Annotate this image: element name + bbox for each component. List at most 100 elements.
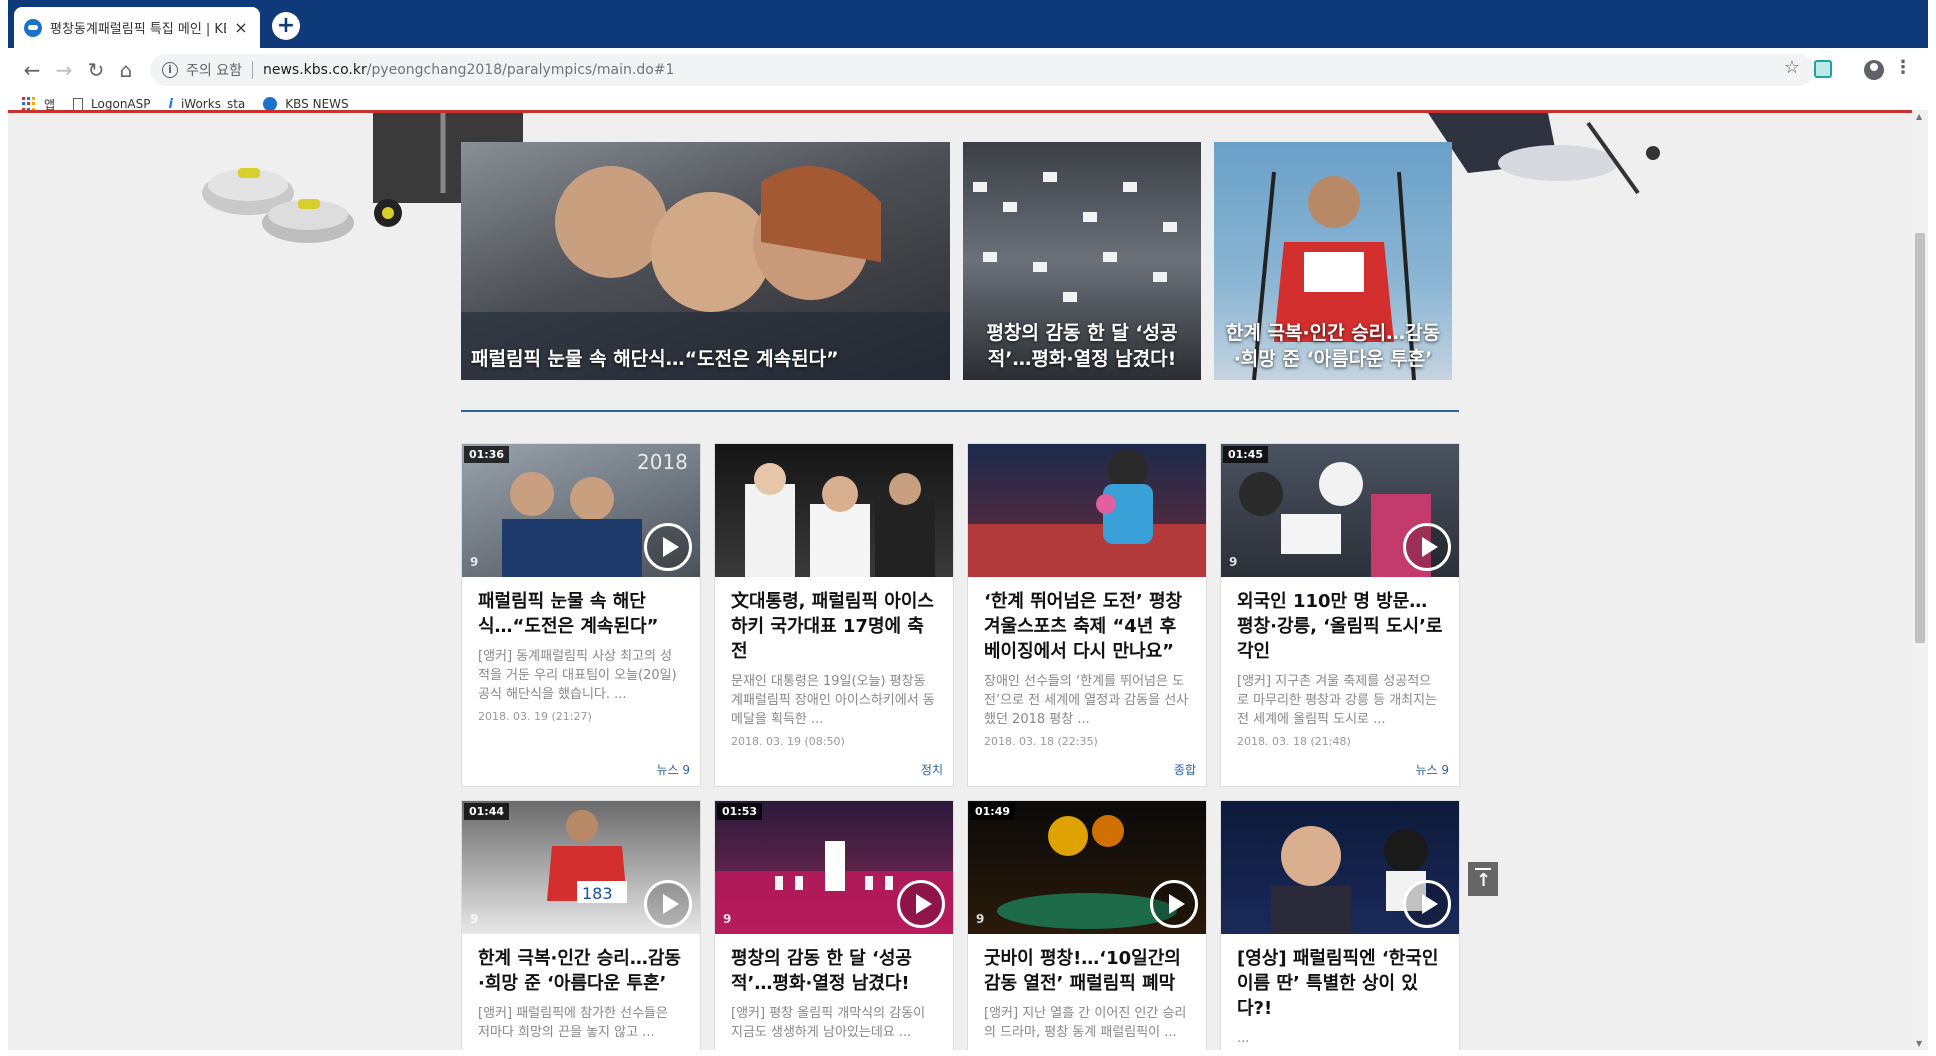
card-title[interactable]: 패럴림픽 눈물 속 해단식…“도전은 계속된다” (462, 577, 700, 639)
browser-toolbar: ← → ↻ ⌂ i 주의 요함 news.kbs.co.kr/pyeongcha… (8, 48, 1928, 92)
play-icon[interactable] (644, 523, 692, 571)
featured-story-ceremony[interactable]: 평창의 감동 한 달 ‘성공적’…평화·열정 남겼다! (963, 142, 1201, 380)
card-category[interactable]: 뉴스 9 (656, 761, 690, 778)
card-title[interactable]: 평창의 감동 한 달 ‘성공적’…평화·열정 남겼다! (715, 934, 953, 996)
url-path: /pyeongchang2018/paralympics/main.do#1 (366, 62, 675, 78)
video-thumbnail[interactable]: 183 01:44 9 (462, 801, 700, 934)
bookmark-kbs-news[interactable]: KBS NEWS (263, 97, 349, 111)
close-icon[interactable]: × (232, 18, 250, 37)
section-divider (461, 410, 1459, 412)
card-date: 2018. 03. 18 (21:48) (1237, 735, 1351, 748)
news-card[interactable]: 01:53 9 평창의 감동 한 달 ‘성공적’…평화·열정 남겼다! [앵커]… (714, 800, 954, 1050)
address-bar[interactable]: i 주의 요함 news.kbs.co.kr/pyeongchang2018/p… (150, 54, 1814, 86)
info-icon[interactable]: i (162, 62, 178, 78)
card-title[interactable]: ‘한계 뛰어넘은 도전’ 평창 겨울스포츠 축제 “4년 후 베이징에서 다시 … (968, 577, 1206, 664)
card-date: 2018. 03. 18 (22:35) (984, 735, 1098, 748)
card-date: 2018. 03. 19 (21:27) (478, 710, 592, 723)
page-icon (73, 97, 84, 111)
featured-caption: 패럴림픽 눈물 속 해단식…“도전은 계속된다” (471, 348, 839, 370)
kbs9-logo: 9 (470, 555, 479, 569)
video-thumbnail[interactable]: 01:45 9 (1221, 444, 1459, 577)
scroll-up-icon[interactable]: ▲ (1916, 112, 1922, 121)
video-thumbnail[interactable]: 2018 01:36 9 (462, 444, 700, 577)
back-arrow-icon[interactable]: ← (20, 58, 44, 82)
card-title[interactable]: [영상] 패럴림픽엔 ‘한국인 이름 딴’ 특별한 상이 있다?! (1221, 934, 1459, 1021)
play-icon[interactable] (1403, 880, 1451, 928)
video-duration: 01:36 (464, 446, 510, 463)
featured-caption: 한계 극복·인간 승리…감동·희망 준 ‘아름다운 투혼’ (1225, 322, 1441, 370)
menu-icon[interactable]: ⋮ (1894, 57, 1912, 78)
card-category[interactable]: 종합 (1174, 761, 1196, 778)
news-card[interactable]: 183 01:44 9 한계 극복·인간 승리…감동·희망 준 ‘아름다운 투혼… (461, 800, 701, 1050)
scrollbar-thumb[interactable] (1915, 233, 1925, 643)
kbs9-logo: 9 (470, 912, 479, 926)
video-duration: 01:44 (464, 803, 510, 820)
home-icon[interactable]: ⌂ (114, 58, 138, 82)
kbs-favicon-icon (24, 18, 42, 37)
card-date: 2018. 03. 19 (08:50) (731, 735, 845, 748)
video-duration: 01:53 (717, 803, 763, 820)
news-card[interactable]: ‘한계 뛰어넘은 도전’ 평창 겨울스포츠 축제 “4년 후 베이징에서 다시 … (967, 443, 1207, 787)
card-category[interactable]: 정치 (921, 761, 943, 778)
card-category[interactable]: 뉴스 9 (1415, 761, 1449, 778)
sledge-hockey-illustration (1428, 113, 1660, 195)
divider (251, 61, 253, 79)
forward-arrow-icon[interactable]: → (52, 58, 76, 82)
apps-grid-icon (22, 97, 36, 111)
card-title[interactable]: 외국인 110만 명 방문…평창·강릉, ‘올림픽 도시’로 각인 (1221, 577, 1459, 664)
page-viewport: 패럴림픽 눈물 속 해단식…“도전은 계속된다” 평창의 감동 한 달 ‘성공적… (8, 110, 1928, 1050)
security-warning: 주의 요함 (186, 63, 242, 79)
news-card[interactable]: 01:49 9 굿바이 평창!…‘10일간의 감동 열전’ 패럴림픽 폐막 [앵… (967, 800, 1207, 1050)
news-thumbnail[interactable] (968, 444, 1206, 577)
play-icon[interactable] (897, 880, 945, 928)
bookmark-label: KBS NEWS (285, 97, 349, 111)
bookmark-logonasp[interactable]: LogonASP (73, 97, 151, 111)
news-card[interactable]: [영상] 패럴림픽엔 ‘한국인 이름 딴’ 특별한 상이 있다?! ... (1220, 800, 1460, 1050)
kbs9-logo: 9 (976, 912, 985, 926)
thumbnail-photo (968, 449, 1206, 577)
scroll-down-icon[interactable]: ▼ (1916, 1039, 1922, 1048)
svg-text:2018: 2018 (637, 450, 688, 474)
card-summary: 장애인 선수들의 ‘한계를 뛰어넘은 도전’으로 전 세계에 열정과 감동을 선… (984, 674, 1189, 727)
page-scrollbar[interactable]: ▲ ▼ (1912, 110, 1928, 1050)
news-card[interactable]: 2018 01:36 9 패럴림픽 눈물 속 해단식…“도전은 계속된다” [앵… (461, 443, 701, 787)
url-text[interactable]: news.kbs.co.kr/pyeongchang2018/paralympi… (263, 62, 674, 78)
kbs9-logo: 9 (1229, 555, 1238, 569)
arrow-up-icon: ↑ (1476, 870, 1492, 891)
card-summary: [앵커] 지난 열흘 간 이어진 인간 승리의 드라마, 평창 동계 패럴림픽이… (984, 1006, 1187, 1040)
card-summary: [앵커] 지구촌 겨울 축제를 성공적으로 마무리한 평창과 강릉 등 개최지는… (1237, 674, 1438, 727)
news-card[interactable]: 01:45 9 외국인 110만 명 방문…평창·강릉, ‘올림픽 도시’로 각… (1220, 443, 1460, 787)
video-thumbnail[interactable]: 01:53 9 (715, 801, 953, 934)
profile-icon[interactable] (1864, 60, 1884, 80)
play-icon[interactable] (1150, 880, 1198, 928)
reload-icon[interactable]: ↻ (84, 58, 108, 82)
new-tab-button[interactable]: + (272, 12, 300, 40)
card-summary: [앵커] 평창 올림픽 개막식의 감동이 지금도 생생하게 남아있는데요 ... (731, 1006, 926, 1040)
tab-title: 평창동계패럴림픽 특집 메인 | KBS (50, 22, 226, 37)
card-summary: ... (1237, 1031, 1250, 1046)
card-title[interactable]: 한계 극복·인간 승리…감동·희망 준 ‘아름다운 투혼’ (462, 934, 700, 996)
scroll-to-top-button[interactable]: ↑ (1468, 862, 1498, 896)
play-icon[interactable] (644, 880, 692, 928)
news-thumbnail[interactable] (715, 444, 953, 577)
video-thumbnail[interactable] (1221, 801, 1459, 934)
browser-tab[interactable]: 평창동계패럴림픽 특집 메인 | KBS × (14, 7, 260, 48)
featured-story-main[interactable]: 패럴림픽 눈물 속 해단식…“도전은 계속된다” (461, 142, 950, 380)
bookmark-star-icon[interactable]: ☆ (1784, 57, 1800, 78)
svg-text:183: 183 (582, 884, 613, 903)
play-icon[interactable] (1403, 523, 1451, 571)
card-summary: [앵커] 동계패럴림픽 사상 최고의 성적을 거둔 우리 대표팀이 오늘(20일… (478, 649, 677, 702)
bookmark-label: iWorks_sta (180, 97, 246, 111)
video-thumbnail[interactable]: 01:49 9 (968, 801, 1206, 934)
featured-story-athlete[interactable]: 한계 극복·인간 승리…감동·희망 준 ‘아름다운 투혼’ (1214, 142, 1452, 380)
bookmark-label: LogonASP (91, 97, 151, 111)
card-title[interactable]: 文대통령, 패럴림픽 아이스하키 국가대표 17명에 축전 (715, 577, 953, 664)
card-title[interactable]: 굿바이 평창!…‘10일간의 감동 열전’ 패럴림픽 폐막 (968, 934, 1206, 996)
video-duration: 01:45 (1223, 446, 1269, 463)
news-card[interactable]: 文대통령, 패럴림픽 아이스하키 국가대표 17명에 축전 문재인 대통령은 1… (714, 443, 954, 787)
extension-icon[interactable] (1814, 60, 1832, 78)
card-summary: [앵커] 패럴림픽에 참가한 선수들은 저마다 희망의 끈을 놓지 않고 ... (478, 1006, 668, 1040)
thumbnail-photo (745, 463, 935, 577)
featured-caption: 평창의 감동 한 달 ‘성공적’…평화·열정 남겼다! (986, 322, 1178, 370)
card-summary: 문재인 대통령은 19일(오늘) 평창동계패럴림픽 장애인 아이스하키에서 동메… (731, 674, 935, 727)
